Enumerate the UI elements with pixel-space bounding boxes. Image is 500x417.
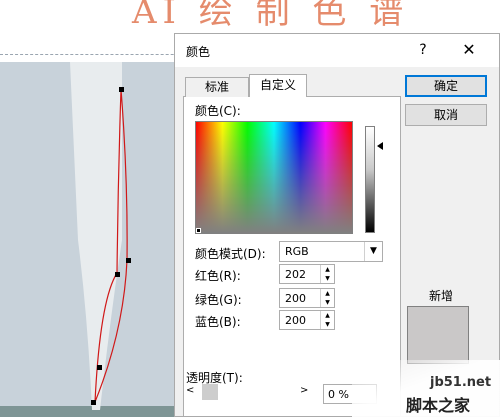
spinner-arrows-icon[interactable]: ▲ ▼ [320,311,334,329]
red-spinner[interactable]: 202 ▲ ▼ [279,264,335,284]
new-color-swatch [407,306,469,364]
slider-thumb[interactable] [202,384,218,400]
tab-custom[interactable]: 自定义 [249,74,307,97]
red-label: 红色(R): [195,269,241,283]
red-value[interactable]: 202 [285,268,306,281]
anchor-point [119,87,124,92]
green-label: 绿色(G): [195,293,242,307]
ok-button[interactable]: 确定 [405,75,487,97]
anchor-point [115,272,120,277]
chevron-down-icon[interactable]: ▼ [364,242,382,261]
chevron-right-icon[interactable]: > [300,385,308,396]
color-model-value: RGB [285,245,309,258]
shape-body [70,62,122,410]
colors-label: 颜色(C): [195,104,241,118]
blue-label: 蓝色(B): [195,315,241,329]
luminance-slider[interactable] [365,126,375,233]
watermark-brand: 脚本之家 [406,396,471,415]
color-model-label: 颜色模式(D): [195,247,266,261]
close-button[interactable]: ✕ [455,38,483,62]
green-value[interactable]: 200 [285,292,306,305]
chevron-left-icon[interactable]: < [186,385,194,396]
cancel-button[interactable]: 取消 [405,104,487,126]
anchor-point [91,400,96,405]
spectrum-crosshair[interactable] [196,228,201,233]
dialog-titlebar[interactable]: 颜色 ? ✕ [175,34,499,67]
anchor-point [97,365,102,370]
new-color-label: 新增 [429,289,454,303]
spinner-arrows-icon[interactable]: ▲ ▼ [320,289,334,307]
blue-value[interactable]: 200 [285,314,306,327]
color-model-select[interactable]: RGB ▼ [279,241,383,262]
tab-standard[interactable]: 标准 [185,77,249,97]
blue-spinner[interactable]: 200 ▲ ▼ [279,310,335,330]
transparency-slider[interactable]: < > [186,383,316,401]
color-spectrum-picker[interactable] [195,121,353,234]
luminance-arrow-icon[interactable] [377,142,383,150]
spinner-arrows-icon[interactable]: ▲ ▼ [320,265,334,283]
transparency-value[interactable]: 0 % [328,388,349,401]
dialog-title: 颜色 [186,45,211,59]
watermark-url: jb51.net [430,375,492,390]
anchor-point [126,258,131,263]
help-button[interactable]: ? [411,38,435,62]
green-spinner[interactable]: 200 ▲ ▼ [279,288,335,308]
